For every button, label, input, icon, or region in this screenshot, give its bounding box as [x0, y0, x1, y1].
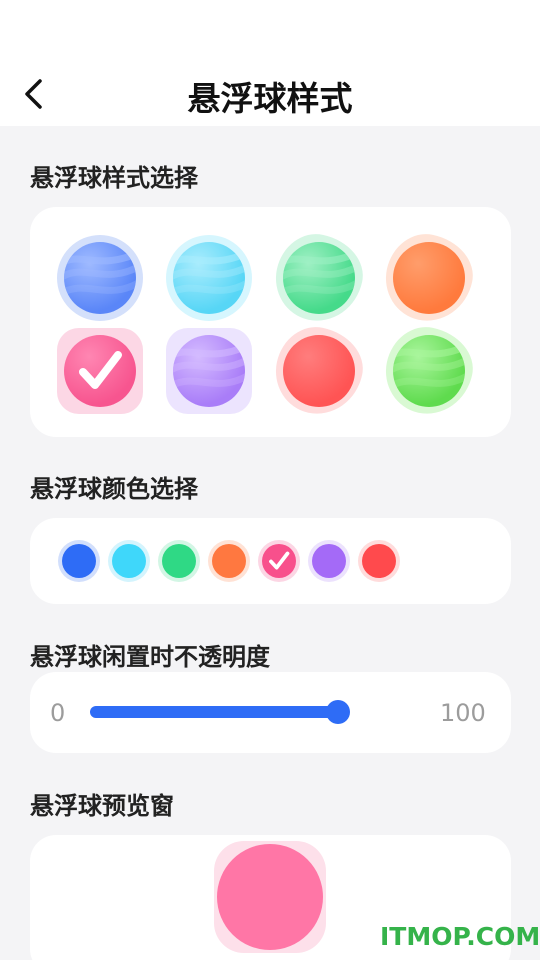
slider-max-label: 100 — [440, 699, 486, 727]
color-swatch — [112, 544, 146, 578]
color-swatch — [212, 544, 246, 578]
top-bar: 悬浮球样式 — [0, 0, 540, 126]
color-option-blue[interactable] — [58, 540, 100, 582]
preview-floating-ball[interactable] — [217, 844, 323, 950]
opacity-section-title: 悬浮球闲置时不透明度 — [30, 643, 270, 671]
style-option-green-glow[interactable] — [377, 319, 481, 423]
color-option-purple[interactable] — [308, 540, 350, 582]
style-option-ball — [173, 335, 245, 407]
style-selection-card — [30, 207, 511, 437]
style-option-ball — [64, 335, 136, 407]
color-swatch — [62, 544, 96, 578]
color-option-orange[interactable] — [208, 540, 250, 582]
style-option-red[interactable] — [267, 319, 371, 423]
page-title: 悬浮球样式 — [187, 79, 353, 118]
style-option-orange[interactable] — [377, 226, 481, 330]
preview-section-title: 悬浮球预览窗 — [30, 792, 174, 820]
style-option-pink[interactable] — [57, 328, 143, 414]
style-option-ball — [64, 242, 136, 314]
opacity-slider-thumb[interactable] — [326, 700, 350, 724]
style-option-ball — [393, 335, 465, 407]
opacity-slider-card: 0 100 — [30, 672, 511, 753]
opacity-slider-track[interactable] — [90, 706, 348, 718]
color-option-green[interactable] — [158, 540, 200, 582]
style-option-ball — [173, 242, 245, 314]
style-option-ball — [283, 242, 355, 314]
watermark-text: ITMOP.COM — [380, 922, 540, 951]
style-option-blue-wave[interactable] — [57, 235, 143, 321]
style-section-title: 悬浮球样式选择 — [30, 164, 198, 192]
style-option-ball — [283, 335, 355, 407]
slider-min-label: 0 — [50, 699, 66, 727]
style-option-green-wave[interactable] — [267, 226, 371, 330]
color-swatch — [262, 544, 296, 578]
color-option-red[interactable] — [358, 540, 400, 582]
checkmark-icon — [269, 551, 290, 570]
color-swatch — [362, 544, 396, 578]
color-option-cyan[interactable] — [108, 540, 150, 582]
wave-texture — [393, 342, 465, 389]
checkmark-icon — [79, 351, 122, 389]
style-option-purple-wave[interactable] — [166, 328, 252, 414]
wave-texture — [173, 342, 245, 389]
color-selection-card — [30, 518, 511, 604]
color-option-pink[interactable] — [258, 540, 300, 582]
wave-texture — [283, 249, 355, 296]
wave-texture — [64, 249, 136, 296]
color-swatch — [312, 544, 346, 578]
wave-texture — [173, 249, 245, 296]
style-option-ball — [393, 242, 465, 314]
color-section-title: 悬浮球颜色选择 — [30, 475, 198, 503]
style-option-cyan-wave[interactable] — [166, 235, 252, 321]
color-swatch — [162, 544, 196, 578]
